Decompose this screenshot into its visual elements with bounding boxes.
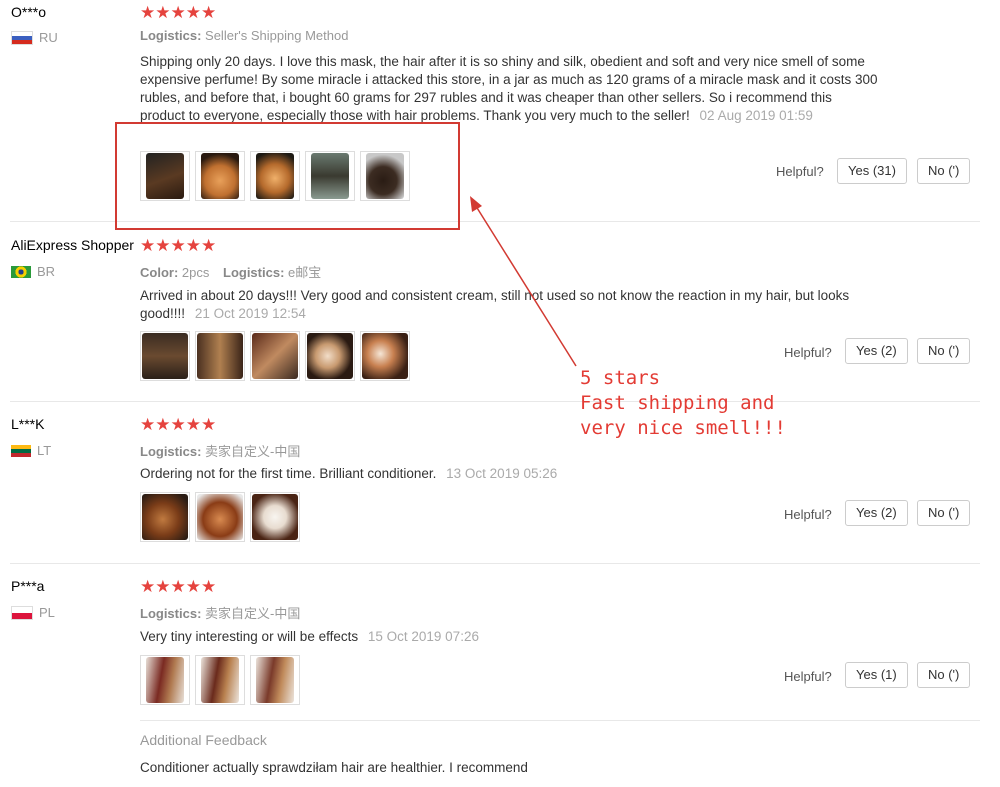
meta-label: Color:	[140, 265, 179, 280]
review-body: Very tiny interesting or will be effects	[140, 629, 359, 644]
additional-feedback-title: Additional Feedback	[140, 732, 267, 748]
annotation-text: 5 stars Fast shipping and very nice smel…	[580, 366, 786, 441]
flag-ru-icon	[11, 30, 33, 45]
meta-value: 卖家自定义-中国	[205, 444, 301, 459]
review-text: Arrived in about 20 days!!! Very good an…	[140, 287, 880, 323]
helpful-no-button[interactable]: No (')	[917, 500, 971, 526]
review-text: Ordering not for the first time. Brillia…	[140, 465, 880, 483]
helpful-label: Helpful?	[784, 345, 832, 360]
country-code: RU	[39, 30, 58, 45]
review-photos	[140, 331, 410, 381]
meta-value: 2pcs	[181, 265, 210, 280]
reviewer-country: PL	[11, 605, 55, 620]
review-photo[interactable]	[140, 492, 190, 542]
meta-label: Logistics:	[140, 444, 202, 459]
helpful-label: Helpful?	[784, 669, 832, 684]
annotation-line: very nice smell!!!	[580, 417, 786, 439]
review-photo[interactable]	[195, 655, 245, 705]
star-rating: ★★★★★	[140, 577, 217, 596]
review-date: 02 Aug 2019 01:59	[699, 108, 813, 123]
review-date: 15 Oct 2019 07:26	[367, 629, 479, 644]
reviewer-country: RU	[11, 30, 58, 45]
review-photo[interactable]	[140, 655, 190, 705]
review-photo[interactable]	[250, 331, 300, 381]
meta-value: 卖家自定义-中国	[205, 606, 301, 621]
helpful-yes-button[interactable]: Yes (31)	[837, 158, 907, 184]
star-rating: ★★★★★	[140, 415, 217, 434]
divider	[140, 720, 980, 721]
review-item: AliExpress Shopper BR ★★★★★ Color: 2pcs …	[0, 222, 1000, 402]
flag-lt-icon	[11, 444, 31, 457]
helpful-label: Helpful?	[776, 164, 824, 179]
additional-feedback-text: Conditioner actually sprawdziłam hair ar…	[140, 760, 528, 775]
meta-value: Seller's Shipping Method	[205, 28, 349, 43]
review-body: Ordering not for the first time. Brillia…	[140, 466, 437, 481]
review-date: 13 Oct 2019 05:26	[446, 466, 558, 481]
flag-pl-icon	[11, 605, 33, 620]
star-rating: ★★★★★	[140, 236, 217, 255]
reviewer-country: BR	[11, 264, 55, 279]
review-photo[interactable]	[195, 492, 245, 542]
review-photo[interactable]	[305, 331, 355, 381]
review-photos	[140, 492, 300, 542]
meta-label: Logistics:	[140, 28, 202, 43]
reviewer-name: P***a	[11, 578, 45, 594]
review-photo[interactable]	[195, 331, 245, 381]
helpful-yes-button[interactable]: Yes (1)	[845, 662, 908, 688]
helpful-no-button[interactable]: No (')	[917, 158, 971, 184]
country-code: BR	[37, 264, 56, 279]
meta-label: Logistics:	[140, 606, 202, 621]
review-photos	[140, 655, 300, 705]
review-photo[interactable]	[250, 655, 300, 705]
annotation-highlight-box	[115, 122, 460, 230]
review-meta: Logistics: 卖家自定义-中国	[140, 441, 310, 460]
reviewer-name: L***K	[11, 416, 45, 432]
review-meta: Color: 2pcs Logistics: e邮宝	[140, 262, 331, 281]
review-text: Very tiny interesting or will be effects…	[140, 628, 880, 646]
helpful-no-button[interactable]: No (')	[917, 338, 971, 364]
review-item: P***a PL ★★★★★ Logistics: 卖家自定义-中国 Very …	[0, 564, 1000, 787]
reviewer-name: O***o	[11, 4, 47, 20]
review-text: Shipping only 20 days. I love this mask,…	[140, 53, 880, 125]
country-code: PL	[39, 605, 55, 620]
flag-br-icon	[11, 265, 31, 278]
reviewer-country: LT	[11, 443, 51, 458]
helpful-no-button[interactable]: No (')	[917, 662, 971, 688]
review-meta: Logistics: 卖家自定义-中国	[140, 603, 310, 622]
reviewer-name: AliExpress Shopper	[11, 237, 134, 253]
country-code: LT	[37, 443, 52, 458]
review-date: 21 Oct 2019 12:54	[194, 306, 306, 321]
helpful-yes-button[interactable]: Yes (2)	[845, 500, 908, 526]
review-photo[interactable]	[360, 331, 410, 381]
annotation-line: Fast shipping and	[580, 392, 775, 414]
helpful-label: Helpful?	[784, 507, 832, 522]
star-rating: ★★★★★	[140, 3, 217, 22]
meta-label: Logistics:	[223, 265, 285, 280]
review-item: L***K LT ★★★★★ Logistics: 卖家自定义-中国 Order…	[0, 402, 1000, 564]
helpful-yes-button[interactable]: Yes (2)	[845, 338, 908, 364]
review-photo[interactable]	[250, 492, 300, 542]
review-meta: Logistics: Seller's Shipping Method	[140, 28, 358, 43]
review-photo[interactable]	[140, 331, 190, 381]
meta-value: e邮宝	[288, 265, 322, 280]
annotation-line: 5 stars	[580, 367, 661, 389]
